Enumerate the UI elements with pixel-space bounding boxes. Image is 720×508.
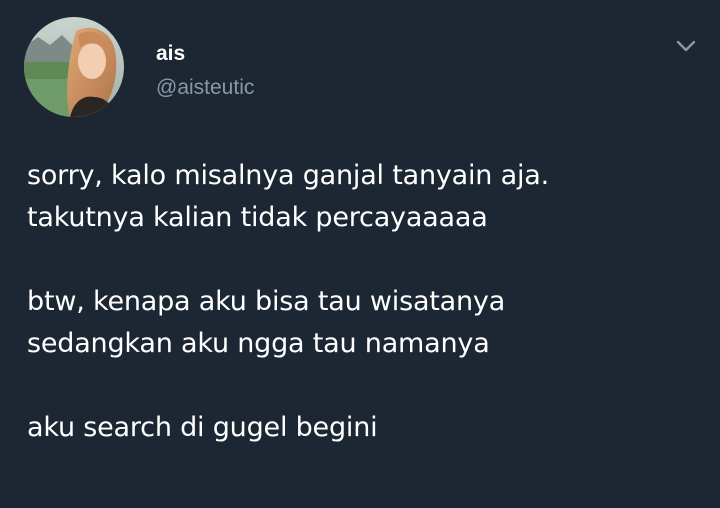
avatar[interactable] [24, 17, 124, 117]
tweet-text: sorry, kalo misalnya ganjal tanyain aja.… [27, 155, 707, 449]
tweet-text-line: sorry, kalo misalnya ganjal tanyain aja. [27, 160, 549, 191]
chevron-down-icon [676, 40, 696, 52]
author-display-name[interactable]: ais [156, 41, 185, 67]
tweet-text-line: btw, kenapa aku bisa tau wisatanya [27, 286, 506, 317]
tweet-text-line: aku search di gugel begini [27, 412, 378, 443]
tweet-text-line: takutnya kalian tidak percayaaaaa [27, 202, 488, 233]
tweet-card: ais @aisteutic sorry, kalo misalnya ganj… [0, 0, 720, 508]
tweet-text-line: sedangkan aku ngga tau namanya [27, 328, 490, 359]
tweet-menu-button[interactable] [670, 30, 702, 62]
profile-photo [24, 17, 124, 117]
author-handle: @aisteutic [156, 76, 255, 99]
